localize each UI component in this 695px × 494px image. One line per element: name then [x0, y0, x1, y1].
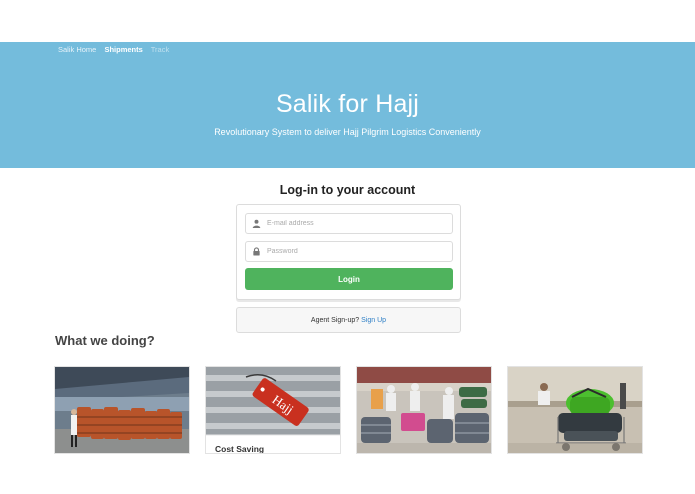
lock-icon [252, 247, 261, 256]
feature-caption: Cost Saving [215, 444, 265, 454]
feature-card-4[interactable] [507, 366, 643, 454]
section-title: What we doing? [55, 333, 155, 348]
top-nav: Salik Home Shipments Track [58, 45, 175, 54]
password-input[interactable] [267, 248, 437, 255]
login-button[interactable]: Login [245, 268, 453, 290]
password-field-wrapper [245, 241, 453, 262]
nav-salik-home[interactable]: Salik Home [58, 45, 96, 54]
nav-shipments[interactable]: Shipments [104, 45, 142, 54]
nav-track[interactable]: Track [151, 45, 169, 54]
signup-link[interactable]: Sign Up [361, 317, 386, 324]
signup-box: Agent Sign-up? Sign Up [236, 307, 461, 333]
hajj-luggage-tag-photo: Hajj [206, 367, 340, 453]
feature-card-1[interactable] [54, 366, 190, 454]
bags-on-cart-photo [508, 367, 642, 453]
pilgrims-luggage-crowd-photo [357, 367, 491, 453]
signup-prompt: Agent Sign-up? [310, 316, 360, 324]
email-input[interactable] [267, 220, 437, 227]
hero-subtitle: Revolutionary System to deliver Hajj Pil… [214, 127, 481, 137]
hero-title: Salik for Hajj [275, 90, 420, 118]
feature-card-3[interactable] [356, 366, 492, 454]
hero-banner: Salik Home Shipments Track Salik for Haj… [0, 42, 695, 168]
login-heading: Log-in to your account [279, 183, 416, 197]
feature-card-2[interactable]: Hajj Cost Saving [205, 366, 341, 454]
email-field-wrapper [245, 213, 453, 234]
luggage-carts-photo [55, 367, 189, 453]
user-icon [252, 219, 261, 228]
login-form: Login [236, 204, 461, 300]
